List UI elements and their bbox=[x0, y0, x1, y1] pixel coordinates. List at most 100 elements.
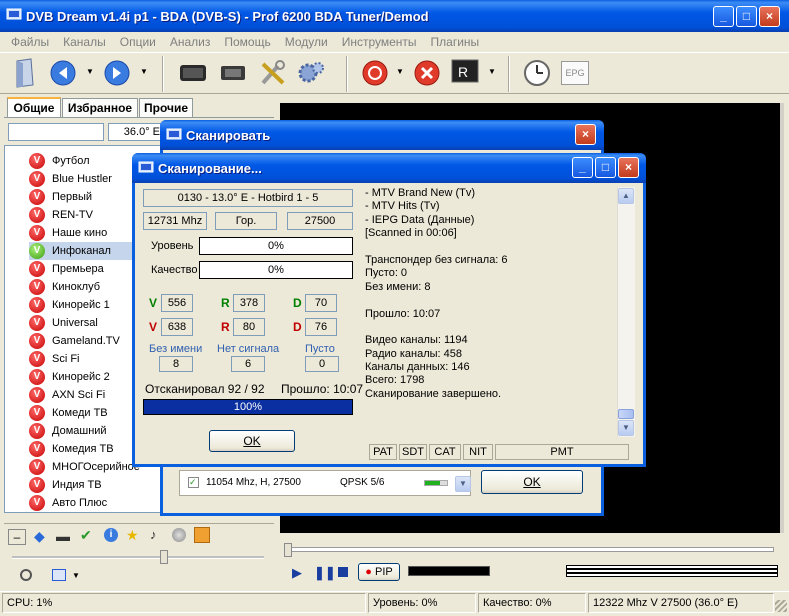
tab-favorites[interactable]: Избранное bbox=[62, 98, 138, 118]
record-icon[interactable] bbox=[358, 56, 392, 90]
tv-small-icon[interactable]: ▬ bbox=[56, 528, 70, 544]
channel-name: Sci Fi bbox=[52, 353, 80, 365]
channel-name: Наше кино bbox=[52, 227, 108, 239]
volume-slider-track[interactable] bbox=[12, 556, 264, 559]
table-header-cat[interactable]: CAT bbox=[429, 444, 461, 460]
maximize-button[interactable]: □ bbox=[736, 6, 757, 27]
menu-item[interactable]: Помощь bbox=[217, 35, 277, 49]
pause-icon[interactable]: ❚❚ bbox=[314, 565, 336, 581]
scan-close-button[interactable]: × bbox=[575, 124, 596, 145]
clock-icon[interactable] bbox=[520, 56, 554, 90]
level-bar: 0% bbox=[199, 237, 353, 255]
epg-icon[interactable]: EPG bbox=[558, 56, 592, 90]
resize-grip-icon[interactable] bbox=[775, 600, 787, 612]
log-scroll-up-icon[interactable]: ▲ bbox=[618, 188, 634, 204]
scan-row-level bbox=[424, 480, 448, 486]
monitor-icon[interactable]: R bbox=[448, 56, 482, 90]
scan-row-dropdown-icon[interactable]: ▼ bbox=[455, 476, 471, 492]
check-icon[interactable]: ✔ bbox=[80, 527, 92, 544]
transponder-field: 0130 - 13.0° E - Hotbird 1 - 5 bbox=[143, 189, 353, 207]
tv-icon[interactable] bbox=[176, 56, 210, 90]
channel-name: Первый bbox=[52, 191, 93, 203]
stop-square-icon[interactable] bbox=[338, 567, 348, 577]
music-icon[interactable]: ♪ bbox=[150, 527, 157, 542]
scan-ok-button[interactable]: OK bbox=[481, 470, 583, 494]
stat-r-label: R bbox=[221, 296, 230, 310]
monitor-dropdown-icon[interactable]: ▼ bbox=[488, 67, 496, 76]
scan-row-modulation: QPSK 5/6 bbox=[340, 477, 385, 488]
display-icon[interactable] bbox=[216, 56, 250, 90]
tab-general[interactable]: Общие bbox=[7, 97, 61, 117]
info-icon[interactable]: i bbox=[104, 528, 118, 542]
key-icon[interactable] bbox=[194, 527, 210, 543]
minimize-button[interactable]: _ bbox=[713, 6, 734, 27]
video-channel-icon: V bbox=[29, 441, 45, 457]
sat-position-selector[interactable]: 36.0° E bbox=[108, 123, 164, 141]
scanning-minimize-button[interactable]: _ bbox=[572, 157, 593, 178]
video-channel-icon: V bbox=[29, 279, 45, 295]
menu-item[interactable]: Плагины bbox=[424, 35, 487, 49]
back-dropdown-icon[interactable]: ▼ bbox=[86, 67, 94, 76]
scanning-close-button[interactable]: × bbox=[618, 157, 639, 178]
stat-r2-value: 80 bbox=[233, 318, 265, 336]
channel-search-input[interactable] bbox=[8, 123, 104, 141]
back-icon[interactable] bbox=[46, 56, 80, 90]
globe-icon[interactable] bbox=[172, 528, 186, 542]
volume-slider-thumb[interactable] bbox=[160, 550, 168, 564]
log-line: Сканирование завершено. bbox=[365, 387, 502, 400]
elapsed-time: Прошло: 10:07 bbox=[281, 382, 364, 396]
star-icon[interactable]: ★ bbox=[126, 527, 139, 544]
menu-item[interactable]: Анализ bbox=[163, 35, 218, 49]
table-header-nit[interactable]: NIT bbox=[463, 444, 493, 460]
scanning-window-icon bbox=[138, 161, 154, 173]
teletext-dropdown-icon[interactable]: ▼ bbox=[72, 571, 80, 580]
table-header-pmt[interactable]: PMT bbox=[495, 444, 629, 460]
menu-item[interactable]: Опции bbox=[113, 35, 163, 49]
scanning-maximize-button[interactable]: □ bbox=[595, 157, 616, 178]
play-icon[interactable]: ▶ bbox=[292, 565, 302, 581]
teletext-icon[interactable] bbox=[52, 569, 66, 581]
channel-name: Домашний bbox=[52, 425, 107, 437]
settings-gear-icon[interactable] bbox=[294, 56, 328, 90]
seek-bar[interactable] bbox=[284, 547, 774, 552]
log-scroll-down-icon[interactable]: ▼ bbox=[618, 420, 634, 436]
menu-item[interactable]: Каналы bbox=[56, 35, 113, 49]
toolbar-separator bbox=[162, 56, 164, 92]
tab-other[interactable]: Прочие bbox=[139, 98, 193, 118]
log-line: Всего: 1798 bbox=[365, 374, 425, 387]
forward-icon[interactable] bbox=[100, 56, 134, 90]
channel-name: Gameland.TV bbox=[52, 335, 120, 347]
level-value: 0% bbox=[268, 240, 284, 252]
log-scroll-thumb[interactable] bbox=[618, 409, 634, 419]
record-dropdown-icon[interactable]: ▼ bbox=[396, 67, 404, 76]
scanning-ok-button[interactable]: OK bbox=[209, 430, 295, 452]
channel-name: REN-TV bbox=[52, 209, 93, 221]
video-channel-icon: V bbox=[29, 477, 45, 493]
menu-item[interactable]: Модули bbox=[278, 35, 335, 49]
table-header-pat[interactable]: PAT bbox=[369, 444, 397, 460]
tools-icon[interactable] bbox=[256, 56, 290, 90]
scan-row-checkbox[interactable]: ✓ bbox=[188, 477, 199, 488]
minus-icon[interactable]: – bbox=[8, 529, 26, 545]
forward-dropdown-icon[interactable]: ▼ bbox=[140, 67, 148, 76]
video-channel-icon: V bbox=[29, 171, 45, 187]
scanning-title-bar: Сканирование... _ □ × bbox=[132, 153, 646, 183]
stop-icon[interactable] bbox=[410, 56, 444, 90]
audio-icon[interactable] bbox=[20, 569, 32, 581]
status-cpu: CPU: 1% bbox=[2, 593, 366, 613]
menu-item[interactable]: Инструменты bbox=[335, 35, 424, 49]
scan-ok-label: OK bbox=[523, 475, 541, 489]
toolbar: ▼ ▼ ▼ R ▼ EPG bbox=[0, 52, 789, 94]
log-line: [Scanned in 00:06] bbox=[365, 227, 457, 240]
pip-button[interactable]: ● PIP bbox=[358, 563, 400, 581]
menu-item[interactable]: Файлы bbox=[4, 35, 56, 49]
log-line: - IEPG Data (Данные) bbox=[365, 213, 475, 226]
close-button[interactable]: × bbox=[759, 6, 780, 27]
seek-thumb[interactable] bbox=[284, 543, 292, 557]
satellite-dish-icon[interactable] bbox=[8, 56, 42, 90]
diamond-icon[interactable]: ◆ bbox=[34, 528, 45, 545]
video-scrollbar[interactable] bbox=[780, 103, 784, 533]
signal-meter-bar bbox=[567, 572, 777, 574]
table-header-sdt[interactable]: SDT bbox=[399, 444, 427, 460]
log-scrollbar[interactable] bbox=[617, 187, 635, 437]
